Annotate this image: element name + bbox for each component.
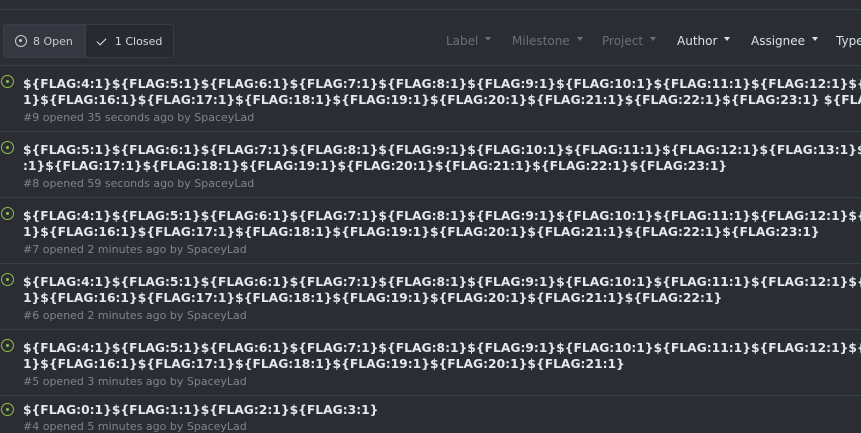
- type-filter[interactable]: Type: [836, 34, 861, 48]
- author-filter[interactable]: Author: [677, 34, 731, 48]
- type-filter-text: Type: [836, 34, 861, 48]
- issue-meta: #6 opened 2 minutes ago by SpaceyLad: [23, 309, 247, 322]
- issue-title-line: 1}${FLAG:16:1}${FLAG:17:1}${FLAG:18:1}${…: [23, 225, 820, 239]
- chevron-down-icon: [650, 37, 657, 41]
- issue-title-line: ${FLAG:5:1}${FLAG:6:1}${FLAG:7:1}${FLAG:…: [23, 143, 861, 157]
- issue-title-link[interactable]: ${FLAG:4:1}${FLAG:5:1}${FLAG:6:1}${FLAG:…: [23, 340, 861, 372]
- open-issue-icon: [1, 75, 14, 88]
- project-filter-text: Project: [602, 34, 644, 48]
- issue-title-link[interactable]: ${FLAG:4:1}${FLAG:5:1}${FLAG:6:1}${FLAG:…: [23, 208, 861, 240]
- milestone-filter[interactable]: Milestone: [512, 34, 583, 48]
- issue-meta: #5 opened 3 minutes ago by SpaceyLad: [23, 375, 247, 388]
- chevron-down-icon: [485, 37, 492, 41]
- issue-meta: #4 opened 5 minutes ago by SpaceyLad: [23, 420, 247, 433]
- chevron-down-icon: [812, 37, 819, 41]
- open-issue-icon: [1, 339, 14, 352]
- issue-meta: #8 opened 59 seconds ago by SpaceyLad: [23, 177, 255, 190]
- row-divider: [0, 395, 861, 396]
- issue-meta: #7 opened 2 minutes ago by SpaceyLad: [23, 243, 247, 256]
- chevron-down-icon: [724, 37, 731, 41]
- row-divider: [0, 131, 861, 132]
- issue-title-line: 1}${FLAG:16:1}${FLAG:17:1}${FLAG:18:1}${…: [23, 291, 723, 305]
- issue-title-line: 1}${FLAG:16:1}${FLAG:17:1}${FLAG:18:1}${…: [23, 93, 861, 107]
- milestone-filter-text: Milestone: [512, 34, 570, 48]
- label-filter[interactable]: Label: [446, 34, 492, 48]
- issue-title-link[interactable]: ${FLAG:0:1}${FLAG:1:1}${FLAG:2:1}${FLAG:…: [23, 402, 861, 418]
- issue-title-link[interactable]: ${FLAG:4:1}${FLAG:5:1}${FLAG:6:1}${FLAG:…: [23, 76, 861, 108]
- open-issue-icon: [1, 403, 14, 416]
- issue-title-line: ${FLAG:0:1}${FLAG:1:1}${FLAG:2:1}${FLAG:…: [23, 403, 379, 417]
- issue-title-line: 1}${FLAG:16:1}${FLAG:17:1}${FLAG:18:1}${…: [23, 357, 625, 371]
- issue-list-header: 8 Open 1 Closed Label Milestone Project …: [0, 10, 861, 65]
- project-filter[interactable]: Project: [602, 34, 657, 48]
- issue-title-line: :1}${FLAG:17:1}${FLAG:18:1}${FLAG:19:1}$…: [23, 159, 728, 173]
- open-issue-icon: [1, 207, 14, 220]
- row-divider: [0, 263, 861, 264]
- chevron-down-icon: [576, 37, 583, 41]
- row-divider: [0, 197, 861, 198]
- label-filter-text: Label: [446, 34, 479, 48]
- issue-title-line: ${FLAG:4:1}${FLAG:5:1}${FLAG:6:1}${FLAG:…: [23, 275, 861, 289]
- issue-title-line: ${FLAG:4:1}${FLAG:5:1}${FLAG:6:1}${FLAG:…: [23, 341, 861, 355]
- issue-meta: #9 opened 35 seconds ago by SpaceyLad: [23, 111, 255, 124]
- open-issue-icon: [1, 273, 14, 286]
- assignee-filter-text: Assignee: [751, 34, 806, 48]
- filter-bar: Label Milestone Project Author Assignee …: [0, 10, 861, 65]
- issue-title-line: ${FLAG:4:1}${FLAG:5:1}${FLAG:6:1}${FLAG:…: [23, 209, 861, 223]
- assignee-filter[interactable]: Assignee: [751, 34, 819, 48]
- list-top-divider: [0, 65, 861, 66]
- author-filter-text: Author: [677, 34, 718, 48]
- open-issue-icon: [1, 141, 14, 154]
- issue-title-line: ${FLAG:4:1}${FLAG:5:1}${FLAG:6:1}${FLAG:…: [23, 77, 861, 91]
- row-divider: [0, 329, 861, 330]
- issue-title-link[interactable]: ${FLAG:4:1}${FLAG:5:1}${FLAG:6:1}${FLAG:…: [23, 274, 861, 306]
- issue-title-link[interactable]: ${FLAG:5:1}${FLAG:6:1}${FLAG:7:1}${FLAG:…: [23, 142, 861, 174]
